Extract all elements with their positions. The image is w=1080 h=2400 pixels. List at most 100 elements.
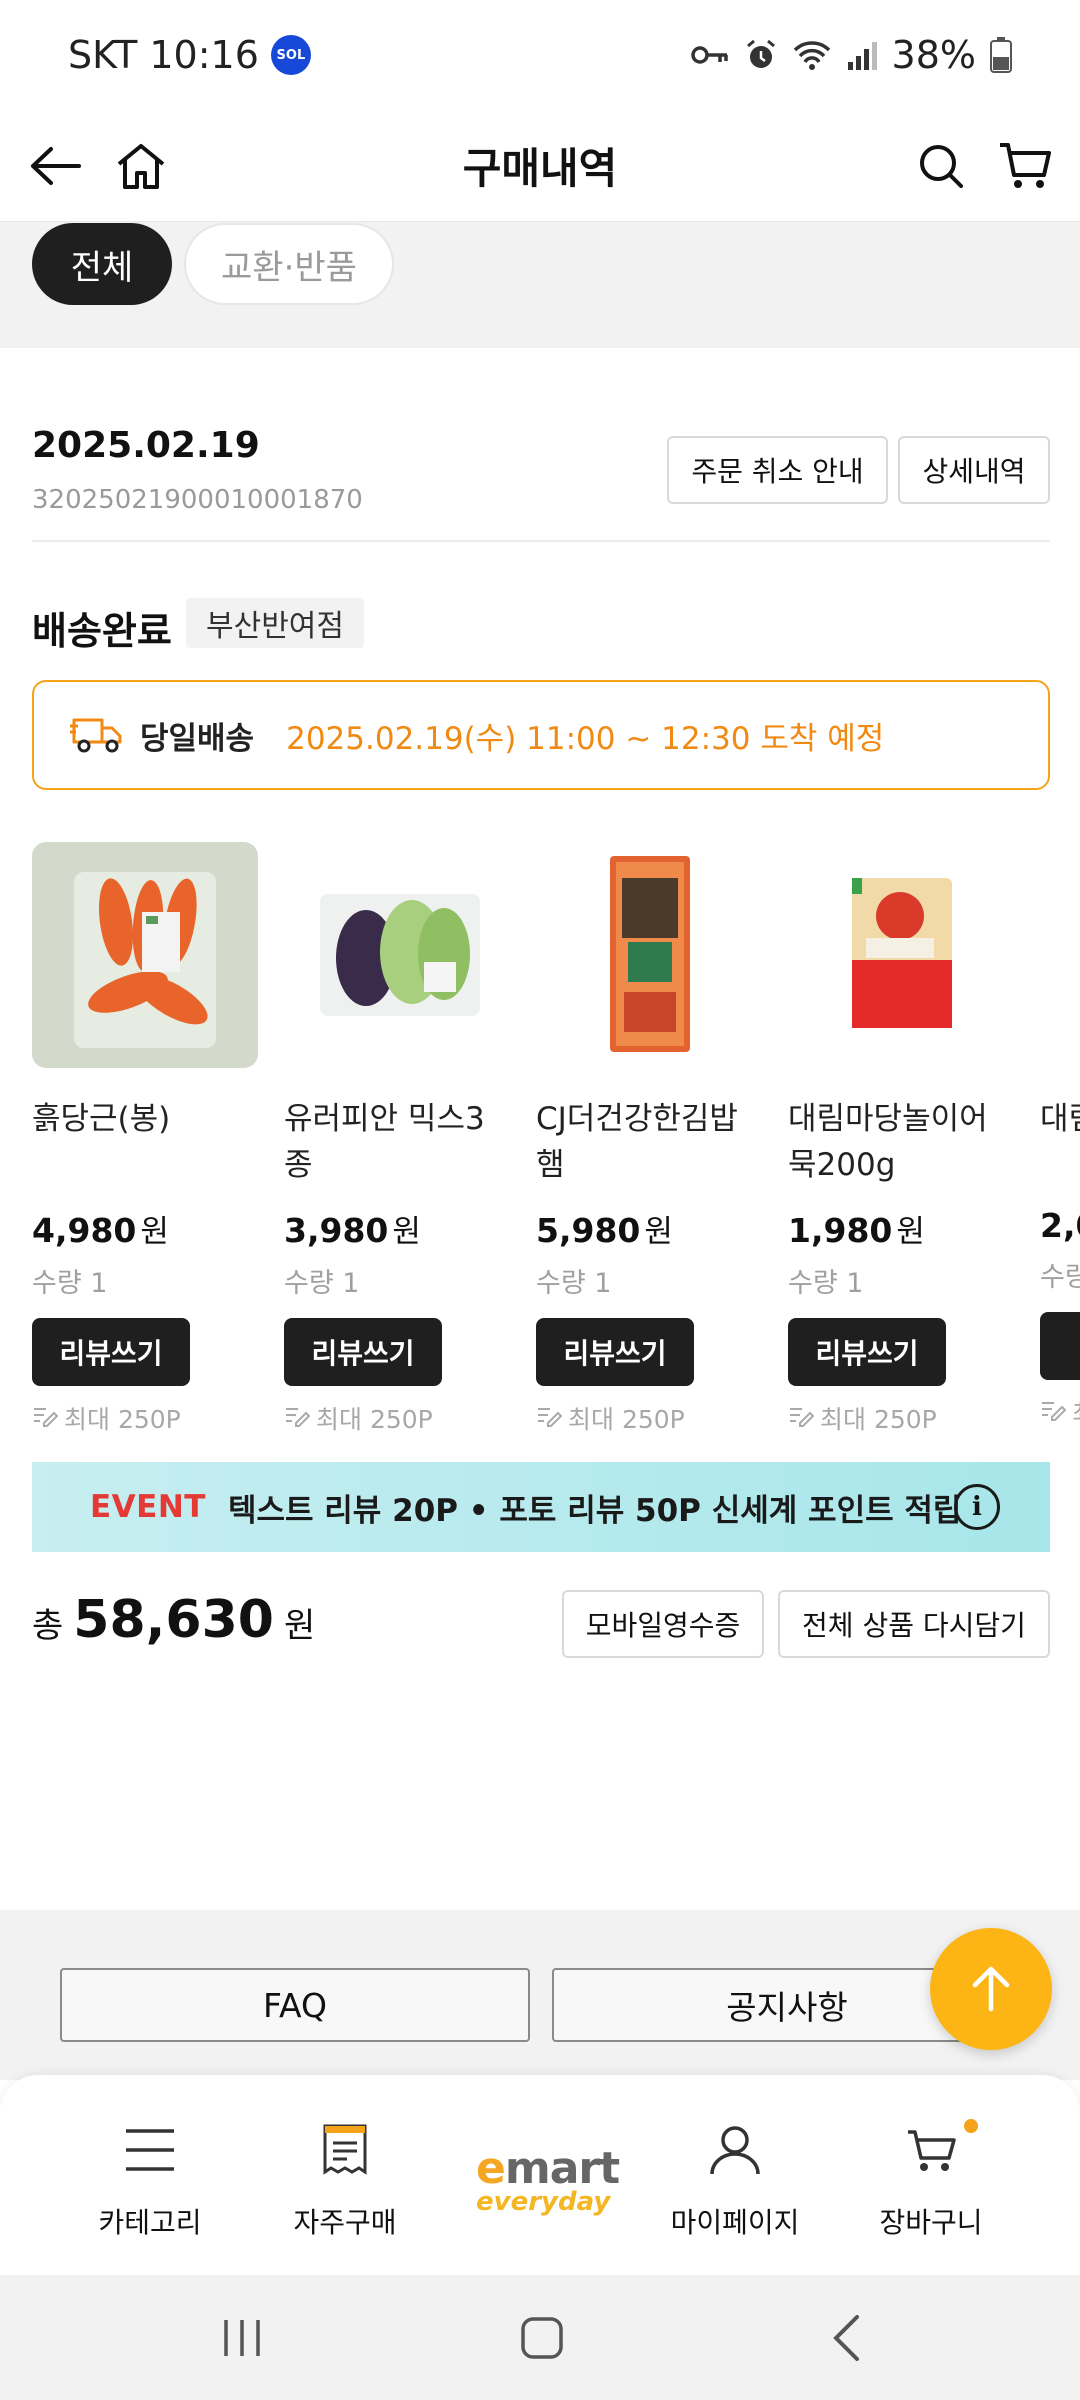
total-prefix: 총 — [32, 1606, 64, 1646]
emart-everyday-logo[interactable]: emart everyday — [476, 2147, 620, 2216]
product-quantity: 수량 1 — [536, 1268, 612, 1299]
filter-chip-exchange-return[interactable]: 교환·반품 — [184, 223, 394, 305]
write-review-button[interactable]: 리뷰쓰기 — [32, 1318, 190, 1386]
product-quantity: 수량 1 — [32, 1268, 108, 1299]
info-icon[interactable]: i — [954, 1484, 1000, 1530]
review-points: 최대 250P — [788, 1400, 1014, 1432]
nav-category[interactable]: 카테고리 — [55, 2115, 245, 2241]
product-image[interactable] — [788, 842, 1014, 1068]
product-price: 2,0 — [1040, 1206, 1080, 1245]
product-card[interactable]: 유러피안 믹스3종 3,980 원 수량 1 리뷰쓰기 최대 250P — [284, 842, 510, 1432]
product-image[interactable] — [32, 842, 258, 1068]
back-system-button[interactable] — [806, 2305, 886, 2371]
product-image[interactable] — [284, 842, 510, 1068]
mobile-receipt-button[interactable]: 모바일영수증 — [562, 1590, 764, 1658]
bottom-navigation: 카테고리 자주구매 emart everyday 마이페이지 장바구니 — [0, 2075, 1080, 2275]
review-points: 최대 250P — [32, 1400, 258, 1432]
product-price: 5,980 원 — [536, 1211, 673, 1250]
product-image[interactable] — [536, 842, 762, 1068]
status-bar: SKT 10:16 SOL 38% — [0, 0, 1080, 110]
faq-button[interactable]: FAQ — [60, 1968, 530, 2042]
product-name: 대림마당놀이어묵200g — [788, 1101, 988, 1183]
search-icon — [920, 144, 963, 188]
pencil-icon — [536, 1403, 563, 1432]
review-points: 최대 250P — [536, 1400, 762, 1432]
reorder-all-button[interactable]: 전체 상품 다시담기 — [778, 1590, 1050, 1658]
order-date: 2025.02.19 — [32, 425, 260, 466]
nav-frequent[interactable]: 자주구매 — [250, 2115, 440, 2241]
product-quantity: 수량 1 — [788, 1268, 864, 1299]
product-list: 흙당근(봉) 4,980 원 수량 1 리뷰쓰기 최대 250P 유러피안 믹스3… — [32, 842, 1080, 1432]
receipt-icon — [322, 2115, 368, 2185]
cancel-guide-button[interactable]: 주문 취소 안내 — [667, 436, 888, 504]
filter-chip-all[interactable]: 전체 — [32, 223, 172, 305]
chevron-left-icon — [833, 2315, 859, 2361]
alarm-icon — [744, 38, 778, 72]
shopping-cart-icon — [906, 2115, 978, 2185]
nav-label: 자주구매 — [293, 2206, 397, 2239]
product-quantity: 수량 — [1040, 1262, 1080, 1293]
order-total: 총 58,630 원 — [32, 1590, 315, 1650]
product-price: 1,980 원 — [788, 1211, 925, 1250]
store-badge: 부산반여점 — [186, 598, 364, 648]
back-button[interactable] — [20, 131, 90, 201]
home-square-icon — [521, 2317, 563, 2359]
delivery-status: 배송완료 — [32, 609, 172, 653]
app-header: 구매내역 — [0, 110, 1080, 222]
nav-cart[interactable]: 장바구니 — [836, 2115, 1026, 2241]
system-navigation-bar — [0, 2275, 1080, 2400]
scroll-top-button[interactable] — [930, 1928, 1052, 2050]
product-price: 4,980 원 — [32, 1211, 169, 1250]
pencil-icon — [788, 1403, 815, 1432]
write-review-button[interactable]: 리뷰쓰기 — [536, 1318, 694, 1386]
recent-apps-button[interactable] — [202, 2305, 282, 2371]
cart-notification-dot — [964, 2119, 978, 2133]
nav-label: 카테고리 — [98, 2206, 202, 2239]
nav-label: 장바구니 — [879, 2206, 983, 2239]
event-banner[interactable]: EVENT 텍스트 리뷰 20P • 포토 리뷰 50P 신세계 포인트 적립 … — [32, 1462, 1050, 1552]
battery-icon — [990, 37, 1012, 73]
product-quantity: 수량 1 — [284, 1268, 360, 1299]
filter-bar: 전체 교환·반품 — [0, 222, 1080, 348]
product-name: 유러피안 믹스3종 — [284, 1101, 485, 1183]
review-points: 최 — [1040, 1394, 1080, 1430]
product-card[interactable]: 대림 치2 2,0 수량 리 최 — [1040, 842, 1080, 1430]
event-label: EVENT — [90, 1489, 206, 1525]
cart-icon — [1000, 142, 1051, 188]
search-button[interactable] — [906, 131, 976, 201]
pencil-icon — [284, 1403, 311, 1432]
nav-mypage[interactable]: 마이페이지 — [640, 2115, 830, 2241]
write-review-button[interactable]: 리뷰쓰기 — [788, 1318, 946, 1386]
delivery-eta: 2025.02.19(수) 11:00 ~ 12:30 도착 예정 — [286, 720, 885, 757]
back-arrow-icon — [31, 146, 81, 185]
pencil-icon — [1040, 1397, 1067, 1427]
order-details-button[interactable]: 상세내역 — [898, 436, 1050, 504]
cart-button[interactable] — [990, 131, 1060, 201]
home-system-button[interactable] — [502, 2305, 582, 2371]
product-name: CJ더건강한김밥햄 — [536, 1101, 738, 1183]
product-price: 3,980 원 — [284, 1211, 421, 1250]
home-button[interactable] — [106, 131, 176, 201]
delivery-truck-icon — [70, 712, 126, 758]
product-image[interactable] — [1040, 842, 1080, 1068]
arrow-up-icon — [972, 1966, 1010, 2012]
wifi-icon — [792, 39, 832, 71]
vpn-key-icon — [690, 43, 730, 67]
product-card[interactable]: CJ더건강한김밥햄 5,980 원 수량 1 리뷰쓰기 최대 250P — [536, 842, 762, 1432]
home-icon — [117, 143, 165, 189]
order-number: 32025021900010001870 — [32, 485, 363, 515]
write-review-button[interactable]: 리뷰쓰기 — [284, 1318, 442, 1386]
recent-apps-icon — [224, 2320, 260, 2356]
status-carrier-time: SKT 10:16 — [68, 33, 259, 77]
menu-icon — [124, 2115, 176, 2185]
product-card[interactable]: 대림마당놀이어묵200g 1,980 원 수량 1 리뷰쓰기 최대 250P — [788, 842, 1014, 1432]
user-icon — [709, 2115, 761, 2185]
delivery-type: 당일배송 — [140, 720, 255, 757]
review-points: 최대 250P — [284, 1400, 510, 1432]
pencil-icon — [32, 1403, 59, 1432]
event-text: 텍스트 리뷰 20P • 포토 리뷰 50P 신세계 포인트 적립 — [227, 1492, 962, 1529]
write-review-button[interactable]: 리 — [1040, 1312, 1080, 1380]
nav-label: 마이페이지 — [670, 2206, 800, 2239]
total-amount: 58,630 — [73, 1590, 274, 1650]
product-card[interactable]: 흙당근(봉) 4,980 원 수량 1 리뷰쓰기 최대 250P — [32, 842, 258, 1432]
